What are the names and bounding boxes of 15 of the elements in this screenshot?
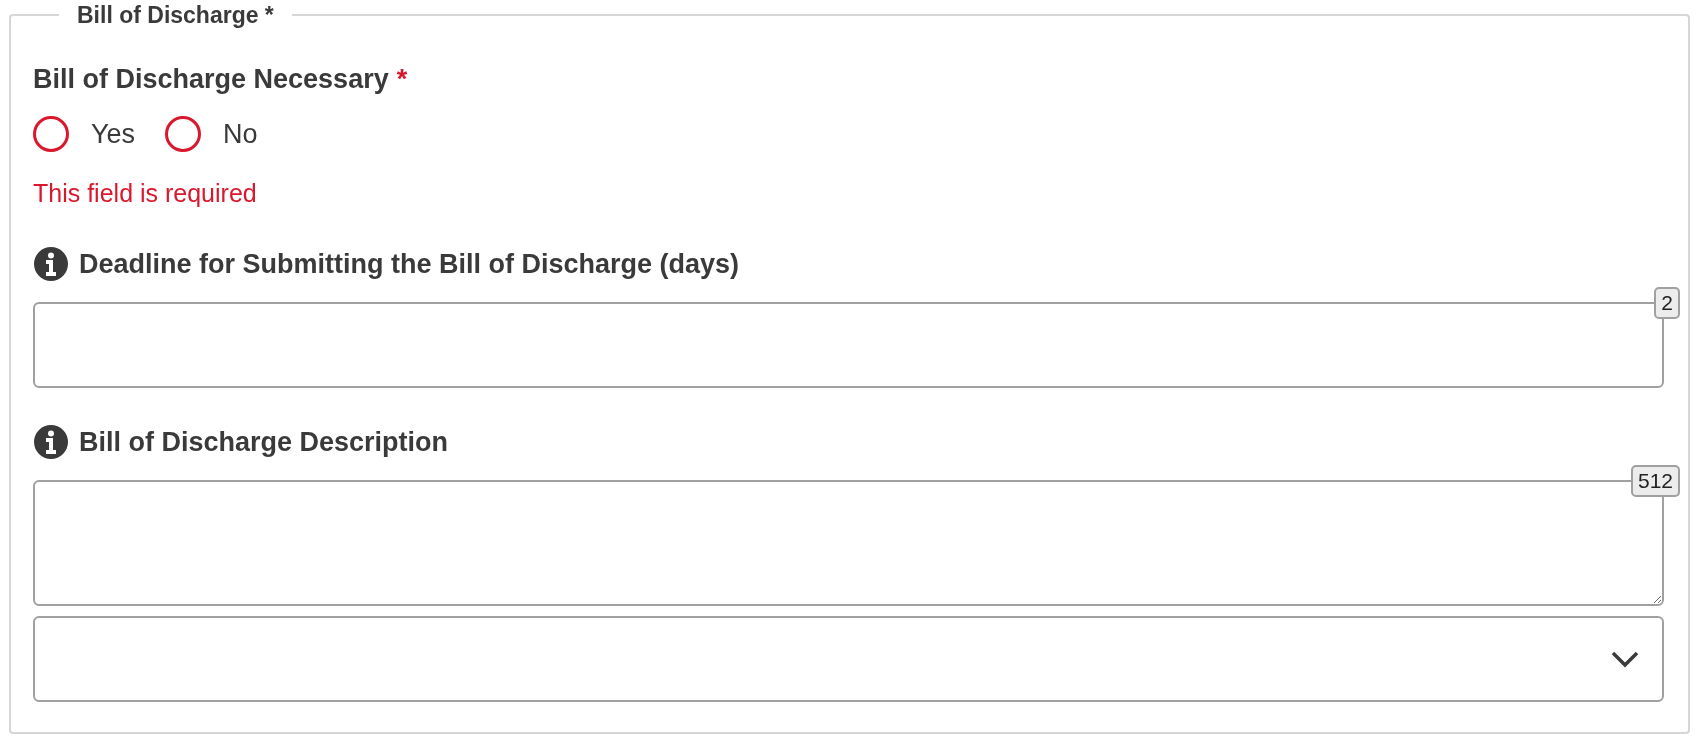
chevron-down-icon xyxy=(1610,650,1640,668)
character-counter: 2 xyxy=(1654,287,1680,319)
character-counter: 512 xyxy=(1630,465,1680,497)
section-title: Bill of Discharge * xyxy=(76,1,275,30)
field-label: Bill of Discharge Description xyxy=(79,426,449,459)
error-message: This field is required xyxy=(33,178,258,208)
info-icon xyxy=(33,424,69,460)
dropdown-field[interactable] xyxy=(33,616,1664,702)
input-field[interactable] xyxy=(33,302,1664,388)
info-icon xyxy=(33,246,69,282)
question-label: Bill of Discharge Necessary xyxy=(33,63,389,96)
radio-option[interactable]: No xyxy=(165,116,258,152)
field-label: Deadline for Submitting the Bill of Discharge (days) xyxy=(79,248,740,281)
radio-option[interactable]: Yes xyxy=(33,116,136,152)
required-mark: * xyxy=(396,63,408,96)
